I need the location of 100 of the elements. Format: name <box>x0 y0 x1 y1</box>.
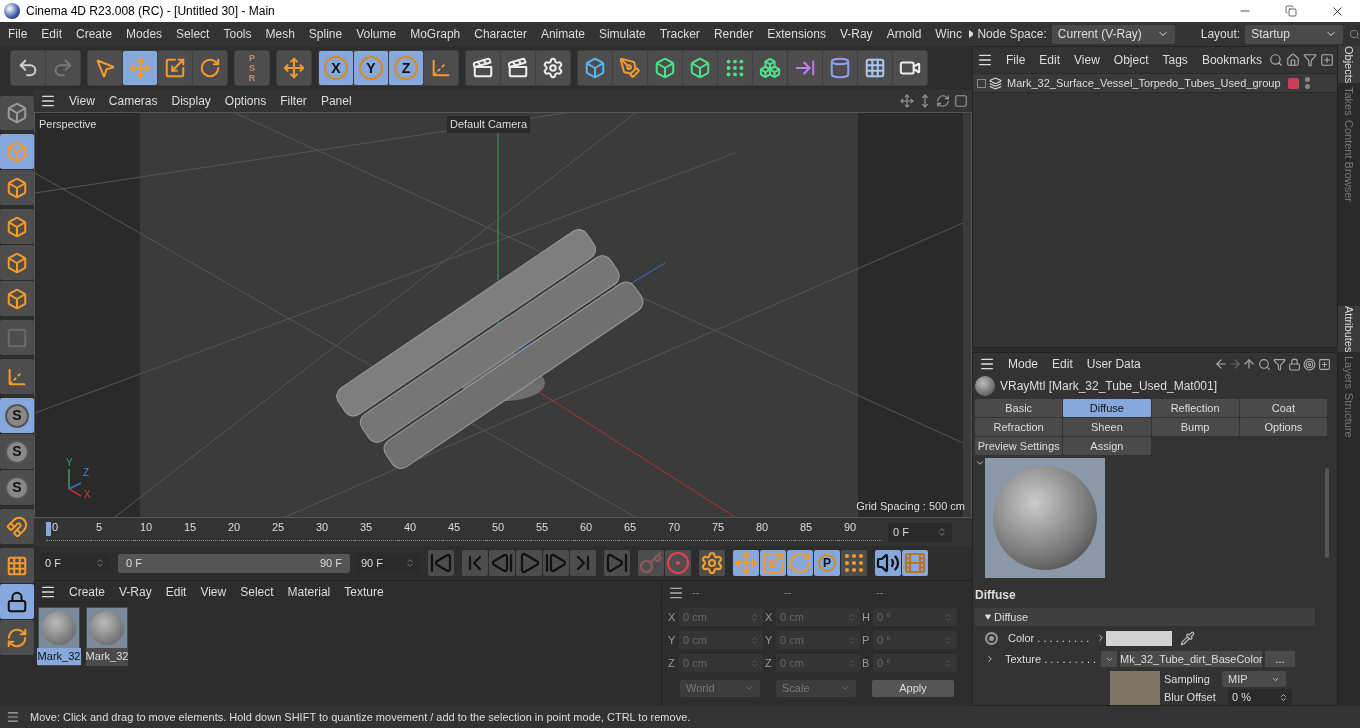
chevron-right-icon[interactable] <box>1096 633 1106 643</box>
menu-item[interactable]: Select <box>169 25 217 43</box>
menu-item[interactable]: View <box>1067 51 1107 69</box>
attribute-tab[interactable]: Coat <box>1239 399 1327 417</box>
attribute-tab[interactable]: Sheen <box>1063 418 1151 436</box>
menu-item[interactable]: Tracker <box>652 25 707 43</box>
up-arrow-icon[interactable] <box>1242 357 1256 371</box>
solo-button[interactable] <box>0 96 34 130</box>
group-header[interactable]: Diffuse <box>975 608 1315 626</box>
add-icon[interactable] <box>1318 357 1331 371</box>
eyedropper-icon[interactable] <box>1180 630 1195 646</box>
texture-name-button[interactable]: Mk_32_Tube_dirt_BaseColor <box>1120 651 1262 667</box>
key-settings-button[interactable] <box>699 550 725 576</box>
menu-item[interactable]: Edit <box>1032 51 1068 69</box>
key-points-button[interactable] <box>841 550 867 576</box>
more-button[interactable]: ... <box>1265 651 1295 667</box>
menu-item[interactable]: Animate <box>533 25 592 43</box>
cloner-button[interactable] <box>718 51 752 85</box>
attribute-tab[interactable]: Diffuse <box>1063 399 1151 417</box>
selection-button[interactable] <box>88 51 122 85</box>
visibility-dots-icon[interactable] <box>1304 77 1310 89</box>
scale-button[interactable] <box>158 51 192 85</box>
render-button[interactable] <box>501 51 535 85</box>
color-swatch[interactable] <box>1106 630 1172 646</box>
sound-button[interactable] <box>875 550 901 576</box>
deformer-button[interactable] <box>823 51 857 85</box>
material-swatch[interactable]: Mark_32 <box>86 607 128 666</box>
edges-button[interactable] <box>0 245 34 280</box>
menu-item[interactable]: Texture <box>337 582 391 601</box>
menu-item[interactable]: Options <box>217 92 274 110</box>
menu-item[interactable]: Modes <box>119 25 170 43</box>
prev-key-button[interactable] <box>462 550 488 576</box>
menu-item[interactable]: Create <box>62 582 113 601</box>
menu-item[interactable]: Spline <box>301 25 350 43</box>
menu-item[interactable]: V-Ray <box>112 582 159 601</box>
prev-frame-button[interactable] <box>489 550 515 576</box>
filter-icon[interactable] <box>1303 53 1317 67</box>
menu-item[interactable]: Simulate <box>591 25 653 43</box>
menu-item[interactable]: Select <box>233 582 281 601</box>
camera-button[interactable] <box>893 51 927 85</box>
next-key-button[interactable] <box>570 550 596 576</box>
render-view-button[interactable] <box>466 51 500 85</box>
magnet-button[interactable] <box>0 509 34 544</box>
attribute-tab[interactable]: Options <box>1239 418 1327 436</box>
menu-item[interactable]: Edit <box>34 25 70 43</box>
go-end-button[interactable] <box>604 550 630 576</box>
menu-item[interactable]: Filter <box>273 92 314 110</box>
sampling-dropdown[interactable]: MIP <box>1222 671 1286 687</box>
orbit-icon[interactable] <box>936 94 950 108</box>
maximize-view-icon[interactable] <box>954 94 968 108</box>
menu-item[interactable]: Extensions <box>760 25 833 43</box>
menu-item[interactable]: Mode <box>1001 355 1046 373</box>
menu-item[interactable]: V-Ray <box>832 25 880 43</box>
workplane-rotate-button[interactable] <box>0 620 34 655</box>
pan-icon[interactable] <box>900 94 914 108</box>
viewport[interactable]: Perspective Default Camera Grid Spacing : 500 cm Y Z X <box>34 112 972 518</box>
points-button[interactable] <box>0 209 34 244</box>
scrollbar[interactable] <box>1325 468 1329 558</box>
search-icon[interactable] <box>1269 53 1283 67</box>
menu-item[interactable]: Arnold <box>879 25 929 43</box>
extrude-button[interactable] <box>683 51 717 85</box>
menu-item[interactable]: Character <box>467 25 534 43</box>
attribute-tab[interactable]: Refraction <box>975 418 1063 436</box>
attribute-tab[interactable]: Preview Settings <box>975 437 1063 455</box>
target-icon[interactable] <box>1303 357 1316 371</box>
menu-item[interactable]: Tools <box>216 25 259 43</box>
autokey-button[interactable] <box>665 550 691 576</box>
menu-item[interactable]: Mesh <box>258 25 302 43</box>
menu-item[interactable]: View <box>62 92 102 110</box>
menu-item[interactable]: Create <box>69 25 120 43</box>
attribute-tab[interactable]: Bump <box>1151 418 1239 436</box>
menu-icon[interactable] <box>40 93 56 109</box>
polygons-button[interactable] <box>0 281 34 316</box>
menu-item[interactable]: Material <box>280 582 338 601</box>
menu-item[interactable]: Bookmarks <box>1194 51 1269 69</box>
cube-button[interactable] <box>578 51 612 85</box>
attribute-tab[interactable]: Assign <box>1063 437 1151 455</box>
material-tag[interactable] <box>1287 77 1299 89</box>
blur-offset-field[interactable]: 0 % <box>1228 689 1292 705</box>
pen-button[interactable] <box>613 51 647 85</box>
menu-item[interactable]: Render <box>706 25 761 43</box>
frame-range-slider[interactable]: 0 F 90 F <box>118 553 350 573</box>
undo-button[interactable] <box>11 51 45 85</box>
menu-item[interactable]: MoGraph <box>403 25 468 43</box>
layout-dropdown[interactable]: Startup <box>1245 24 1343 44</box>
object-row[interactable]: Mark_32_Surface_Vessel_Torpedo_Tubes_Used_group <box>973 73 1337 93</box>
workplane-lock-button[interactable] <box>0 584 34 619</box>
texture-button[interactable] <box>0 170 34 205</box>
next-frame-button[interactable] <box>543 550 569 576</box>
attribute-tab[interactable]: Basic <box>975 399 1063 417</box>
menu-item[interactable]: Cameras <box>101 92 165 110</box>
filter-icon[interactable] <box>1273 357 1286 371</box>
menu-item[interactable]: Edit <box>1045 355 1080 373</box>
menu-item[interactable]: View <box>193 582 234 601</box>
node-space-dropdown[interactable]: Current (V-Ray) <box>1051 24 1175 44</box>
menu-icon[interactable] <box>977 52 993 68</box>
add-icon[interactable] <box>1320 53 1334 67</box>
play-button[interactable] <box>516 550 542 576</box>
menu-item[interactable]: Panel <box>313 92 359 110</box>
menu-item[interactable]: Edit <box>158 582 194 601</box>
